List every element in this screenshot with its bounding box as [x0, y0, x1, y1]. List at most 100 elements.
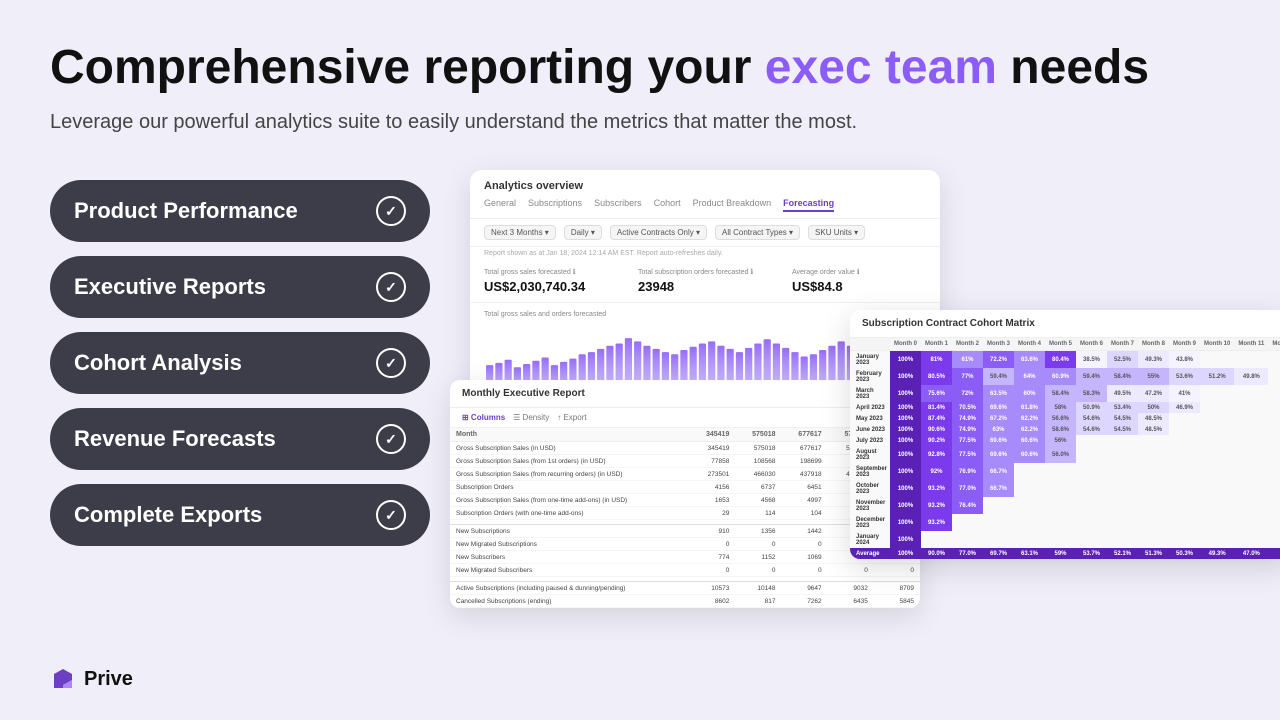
cohort-avg-row: Average100%90.0%77.0%69.7%63.1%59%53.7%5…: [850, 548, 1280, 559]
cohort-cell: [1138, 446, 1169, 463]
feature-item-complete-exports[interactable]: Complete Exports: [50, 484, 430, 546]
feature-item-product-performance[interactable]: Product Performance: [50, 180, 430, 242]
cohort-cell: 77.5%: [952, 435, 983, 446]
exec-toolbar-export[interactable]: ↑ Export: [557, 413, 586, 422]
cohort-cell: [1268, 413, 1280, 424]
exec-cell: 1069: [782, 551, 828, 564]
filter-daily[interactable]: Daily ▾: [564, 225, 602, 240]
exec-cell: 9032: [828, 582, 874, 595]
cohort-cell: 69.6%: [983, 402, 1014, 413]
feature-item-revenue-forecasts[interactable]: Revenue Forecasts: [50, 408, 430, 470]
exec-row-label: New Subscriptions: [450, 525, 689, 538]
exec-cell: 1442: [782, 525, 828, 538]
cohort-cell: 80.4%: [1045, 351, 1076, 369]
check-icon-product-performance: [376, 196, 406, 226]
exec-cell: 104: [782, 507, 828, 520]
cohort-cell: [1169, 463, 1200, 480]
exec-toolbar-density[interactable]: ☰ Density: [513, 413, 549, 422]
cohort-cell: [1200, 446, 1234, 463]
cohort-cell: [1138, 463, 1169, 480]
exec-cell: 437918: [782, 468, 828, 481]
cohort-cell: [1014, 514, 1045, 531]
tab-general[interactable]: General: [484, 198, 516, 212]
feature-item-executive-reports[interactable]: Executive Reports: [50, 256, 430, 318]
tab-forecasting[interactable]: Forecasting: [783, 198, 834, 212]
cohort-cell: 54.6%: [1076, 424, 1107, 435]
exec-toolbar-columns[interactable]: ⊞ Columns: [462, 413, 505, 422]
cohort-avg-cell: 69.7%: [983, 548, 1014, 559]
filter-active-contracts[interactable]: Active Contracts Only ▾: [610, 225, 707, 240]
filter-months[interactable]: Next 3 Months ▾: [484, 225, 556, 240]
metric-gross-label: Total gross sales forecasted ℹ: [484, 268, 618, 276]
tab-subscriptions[interactable]: Subscriptions: [528, 198, 582, 212]
tab-subscribers[interactable]: Subscribers: [594, 198, 642, 212]
cohort-cell: 60.6%: [1014, 446, 1045, 463]
cohort-cell: 41%: [1169, 385, 1200, 402]
cohort-cell: [1076, 514, 1107, 531]
cohort-cell: [1200, 385, 1234, 402]
exec-row-label: Gross Subscription Sales (from recurring…: [450, 468, 689, 481]
filter-contract-types[interactable]: All Contract Types ▾: [715, 225, 800, 240]
tab-product-breakdown[interactable]: Product Breakdown: [693, 198, 772, 212]
cohort-col-header: Month 10: [1200, 338, 1234, 351]
filter-sku[interactable]: SKU Units ▾: [808, 225, 865, 240]
cohort-cell: 81.4%: [921, 402, 952, 413]
exec-cell: 1356: [735, 525, 781, 538]
cohort-cell: [1268, 531, 1280, 548]
cohort-cell: [1045, 531, 1076, 548]
exec-cell: 8709: [874, 582, 920, 595]
list-item: November 2023100%93.2%76.4%: [850, 497, 1280, 514]
exec-cell: 0: [735, 564, 781, 577]
cohort-cell: 54.5%: [1107, 413, 1138, 424]
exec-row-label: Gross Subscription Sales (from one-time …: [450, 494, 689, 507]
cohort-cell: [952, 531, 983, 548]
cohort-cell: [1076, 435, 1107, 446]
tab-cohort[interactable]: Cohort: [654, 198, 681, 212]
cohort-avg-cell: 100%: [890, 548, 921, 559]
cohort-cell: 100%: [890, 385, 921, 402]
cohort-cell: 50.9%: [1076, 402, 1107, 413]
cohort-cell: 62.2%: [1014, 413, 1045, 424]
cohort-col-header: Month 8: [1138, 338, 1169, 351]
cohort-cell: 60%: [1014, 385, 1045, 402]
logo-text: Prive: [84, 668, 133, 691]
cohort-cell: [1268, 368, 1280, 385]
cohort-cell: 87.4%: [921, 413, 952, 424]
cohort-cell: 76.4%: [952, 497, 983, 514]
exec-cell: 6737: [735, 481, 781, 494]
cohort-cell: 74.9%: [952, 424, 983, 435]
cohort-cell: 100%: [890, 413, 921, 424]
cohort-cell: [1268, 424, 1280, 435]
prive-logo-icon: [50, 666, 76, 692]
cohort-cell: [1200, 402, 1234, 413]
cohort-cell: 77.0%: [952, 480, 983, 497]
cohort-col-header: Month 3: [983, 338, 1014, 351]
cohort-avg-cell: 47.0%: [1234, 548, 1268, 559]
cohort-cell: 93.2%: [921, 497, 952, 514]
cohort-cell: 90.2%: [921, 435, 952, 446]
cohort-cell: [1138, 531, 1169, 548]
cohort-avg-cell: 77.0%: [952, 548, 983, 559]
cohort-col-header: Month 11: [1234, 338, 1268, 351]
cohort-cell: [1200, 497, 1234, 514]
cohort-cell: 48.5%: [1138, 424, 1169, 435]
cohort-cell: 70.5%: [952, 402, 983, 413]
check-icon-executive-reports: [376, 272, 406, 302]
screenshots-area: Analytics overview General Subscriptions…: [450, 170, 1230, 650]
cohort-cell: [1169, 446, 1200, 463]
subtitle: Leverage our powerful analytics suite to…: [50, 111, 1230, 134]
cohort-cell: 50%: [1138, 402, 1169, 413]
exec-row-label: Active Subscriptions (including paused &…: [450, 582, 689, 595]
cohort-cell: [1076, 531, 1107, 548]
cohort-cell: 38.5%: [1076, 351, 1107, 369]
cohort-cell: 60.6%: [1014, 435, 1045, 446]
cohort-cell: [1200, 480, 1234, 497]
cohort-cell: 46.9%: [1169, 402, 1200, 413]
cohort-cell: [1268, 514, 1280, 531]
cohort-cell: [1169, 497, 1200, 514]
col-1: 345419: [689, 428, 735, 442]
cohort-cell: [1234, 514, 1268, 531]
cohort-cell: 81%: [921, 351, 952, 369]
cohort-cell: 61%: [952, 351, 983, 369]
feature-item-cohort-analysis[interactable]: Cohort Analysis: [50, 332, 430, 394]
